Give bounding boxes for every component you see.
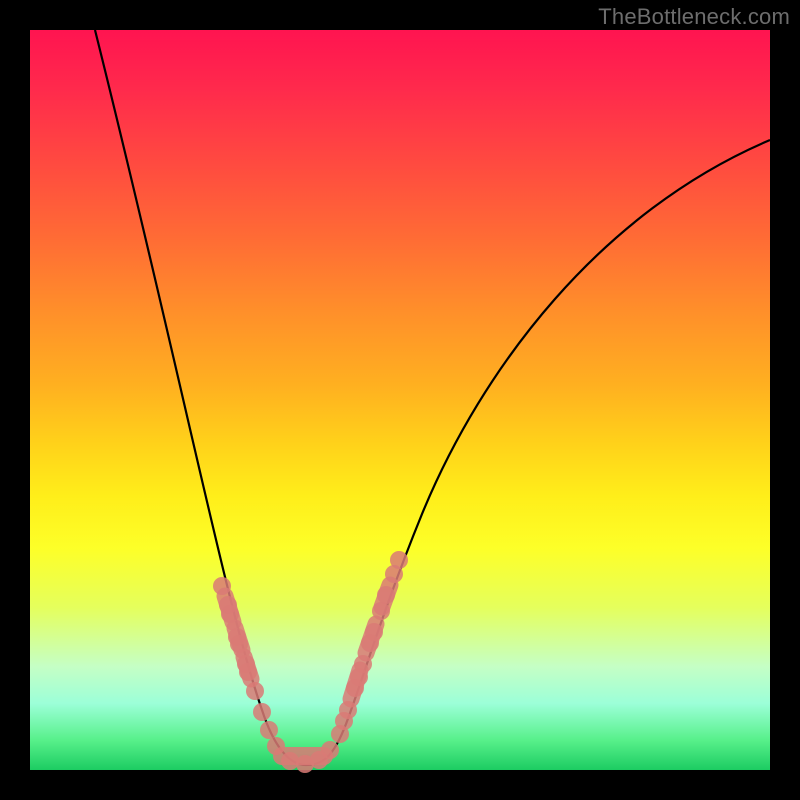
- highlight-dot: [221, 605, 239, 623]
- chart-svg: [30, 30, 770, 770]
- highlight-dots: [213, 551, 408, 773]
- highlight-dot: [339, 701, 357, 719]
- highlight-dot: [321, 741, 339, 759]
- highlight-dot: [281, 752, 299, 770]
- watermark-text: TheBottleneck.com: [598, 4, 790, 30]
- highlight-dot: [260, 721, 278, 739]
- highlight-dot: [230, 635, 248, 653]
- highlight-dot: [372, 602, 390, 620]
- bottleneck-curve: [95, 30, 770, 765]
- highlight-dot: [213, 577, 231, 595]
- highlight-dot: [365, 623, 383, 641]
- highlight-dot: [267, 737, 285, 755]
- highlight-dot: [239, 663, 257, 681]
- highlight-dot: [253, 703, 271, 721]
- highlight-dot: [354, 655, 372, 673]
- chart-frame: TheBottleneck.com: [0, 0, 800, 800]
- highlight-dot: [246, 682, 264, 700]
- highlight-dot: [377, 586, 395, 604]
- highlight-dot: [390, 551, 408, 569]
- plot-area: [30, 30, 770, 770]
